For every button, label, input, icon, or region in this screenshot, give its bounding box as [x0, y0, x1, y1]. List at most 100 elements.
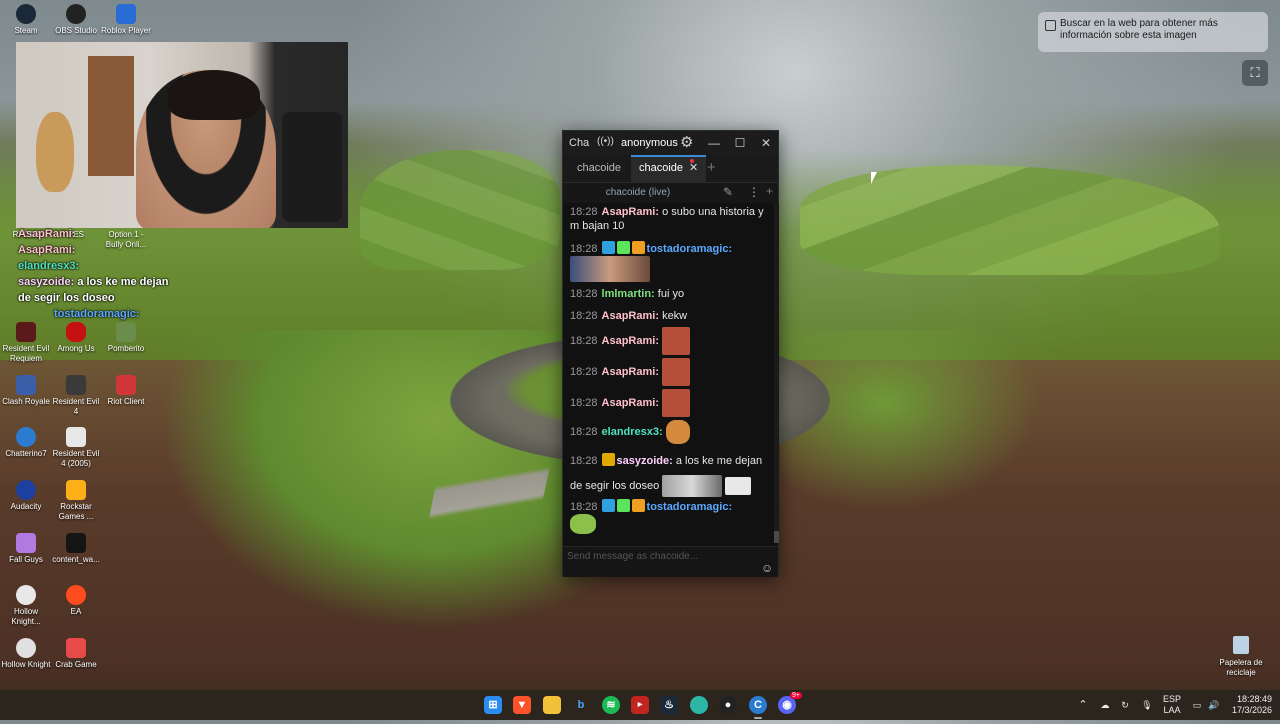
pomberito-icon — [116, 322, 136, 342]
chatterino-icon — [16, 427, 36, 447]
scroll-thumb[interactable] — [774, 531, 779, 543]
desktop-icon-rockstar[interactable]: Rockstar Games ... — [50, 480, 102, 522]
badge-icon — [631, 499, 645, 512]
desktop-icon-steam[interactable]: Steam — [0, 4, 52, 36]
emote-image — [570, 514, 596, 534]
webcam-door — [88, 56, 134, 176]
brave-icon[interactable]: ▼ — [513, 696, 531, 714]
bing-icon[interactable]: b — [572, 696, 590, 714]
badge-icon — [616, 499, 630, 512]
re-requiem-icon — [16, 322, 36, 342]
overlay-chat-line: AsapRami: — [18, 228, 76, 240]
emote-image — [570, 256, 650, 282]
desktop-icon-obs[interactable]: OBS Studio — [50, 4, 102, 36]
desktop-icon-crab-game[interactable]: Crab Game — [50, 638, 102, 670]
message-input[interactable]: Send message as chacoide... ☺ — [563, 546, 778, 577]
emote-image — [725, 477, 752, 495]
tab-chacoide-1[interactable]: chacoide — [569, 155, 629, 182]
wallpaper-fields-left — [360, 150, 560, 270]
edge-icon[interactable] — [690, 696, 708, 714]
badge-icon — [601, 241, 615, 254]
scan-icon: ⛶ — [1250, 65, 1260, 80]
add-tab-button[interactable]: + — [707, 159, 716, 176]
crown-badge-icon — [601, 453, 615, 466]
emote-image — [662, 389, 691, 417]
webcam-hair — [168, 70, 260, 120]
chat-message: 18:28 AsapRami: o subo una historia y m b… — [570, 206, 764, 232]
desktop-icon-ea[interactable]: EA — [50, 585, 102, 617]
gear-icon[interactable]: ⚙ — [680, 133, 693, 151]
broadcast-icon[interactable]: ((•)) — [597, 136, 614, 147]
channel-header[interactable]: chacoide (live) — [563, 187, 713, 198]
chat-message: 18:28 AsapRami: — [570, 358, 770, 386]
desktop-icon-chatterino[interactable]: Chatterino7 — [0, 427, 52, 459]
visual-search-button[interactable]: ⛶ — [1242, 60, 1268, 86]
desktop-icon-recycle-bin[interactable]: Papelera de reciclaje — [1215, 636, 1267, 678]
microphone-icon[interactable]: 🎙 — [1140, 690, 1154, 720]
content-warning-icon — [66, 533, 86, 553]
file-explorer-icon[interactable] — [543, 696, 561, 714]
visual-search-tooltip[interactable]: Buscar en la web para obtener más inform… — [1038, 12, 1268, 52]
emoji-icon[interactable]: ☺ — [761, 561, 773, 575]
window-titlebar[interactable]: Cha ((•)) anonymous ⚙ — ☐ ✕ — [563, 131, 778, 155]
chat-message: de segir los doseo — [570, 475, 770, 497]
moderation-icon[interactable]: ✎ — [723, 185, 733, 199]
minimize-button[interactable]: — — [705, 134, 723, 152]
window-title: Cha — [569, 137, 590, 149]
onedrive-icon[interactable]: ☁ — [1098, 690, 1112, 720]
crab-game-icon — [66, 638, 86, 658]
desktop-icon-content-wa[interactable]: content_wa... — [50, 533, 102, 565]
desktop-icon-re4-2005[interactable]: Resident Evil 4 (2005) — [50, 427, 102, 469]
overlay-chat-line: elandresx3: — [18, 260, 80, 272]
stream-overlay-chat: AsapRami: AsapRami: elandresx3: sasyzoid… — [18, 226, 208, 322]
network-icon[interactable]: ▭ — [1190, 690, 1204, 720]
more-options-icon[interactable]: ⋮ — [748, 185, 760, 199]
ea-icon — [66, 585, 86, 605]
desktop-icon-hollow-knight-silksong[interactable]: Hollow Knight... — [0, 585, 52, 627]
scrollbar[interactable] — [774, 203, 779, 543]
rockstar-icon — [66, 480, 86, 500]
spotify-icon[interactable]: ≋ — [602, 696, 620, 714]
desktop-icon-hollow-knight[interactable]: Hollow Knight — [0, 638, 52, 670]
overlay-chat-line: sasyzoide: a los ke me dejan — [18, 276, 169, 288]
chatterino-icon[interactable]: C — [749, 696, 767, 714]
desktop-icon-among-us[interactable]: Among Us — [50, 322, 102, 354]
chatterino-window[interactable]: Cha ((•)) anonymous ⚙ — ☐ ✕ chacoide cha… — [562, 130, 779, 577]
message-list[interactable]: 18:28 AsapRami: o subo una historia y m b… — [563, 203, 773, 543]
steam-icon — [16, 4, 36, 24]
chat-message: 18:28 AsapRami: — [570, 327, 770, 355]
overlay-chat-line: AsapRami: — [18, 244, 76, 256]
close-tab-icon[interactable]: ✕ — [689, 162, 698, 174]
desktop-icon-re-requiem[interactable]: Resident Evil Requiem — [0, 322, 52, 364]
account-switcher[interactable]: anonymous — [621, 137, 678, 149]
webcam-overlay — [16, 42, 348, 228]
close-button[interactable]: ✕ — [757, 134, 775, 152]
active-app-indicator — [754, 717, 762, 719]
sync-icon[interactable]: ↻ — [1118, 690, 1132, 720]
overlay-chat-line: de segir los doseo — [18, 292, 115, 304]
volume-icon[interactable]: 🔊 — [1207, 690, 1221, 720]
clash-royale-icon — [16, 375, 36, 395]
desktop-icon-pomberito[interactable]: Pomberito — [100, 322, 152, 354]
desktop-icon-audacity[interactable]: Audacity — [0, 480, 52, 512]
tab-chacoide-2[interactable]: chacoide ✕ — [631, 155, 707, 182]
re4-2005-icon — [66, 427, 86, 447]
language-indicator[interactable]: ESP LAA — [1160, 690, 1184, 724]
desktop-icon-roblox[interactable]: Roblox Player — [100, 4, 152, 36]
chevron-up-icon[interactable]: ⌃ — [1076, 690, 1090, 720]
windows-start-icon[interactable]: ⊞ — [484, 696, 502, 714]
steam-icon[interactable]: ♨ — [660, 696, 678, 714]
desktop-icon-re4[interactable]: Resident Evil 4 — [50, 375, 102, 417]
add-split-button[interactable]: + — [766, 184, 773, 198]
visual-search-icon — [1045, 20, 1056, 31]
clock[interactable]: 18:28:49 17/3/2026 — [1222, 690, 1272, 724]
desktop-icon-fall-guys[interactable]: Fall Guys — [0, 533, 52, 565]
desktop-icon-riot[interactable]: Riot Client — [100, 375, 152, 407]
obs-icon[interactable]: ● — [719, 696, 737, 714]
webcam-chair — [282, 112, 342, 222]
maximize-button[interactable]: ☐ — [731, 134, 749, 152]
tab-notification-dot — [690, 159, 694, 163]
desktop-icon-clash-royale[interactable]: Clash Royale — [0, 375, 52, 407]
chat-message: 18:28 AsapRami: kekw — [570, 310, 688, 322]
videos-icon[interactable]: ▶ — [631, 696, 649, 714]
